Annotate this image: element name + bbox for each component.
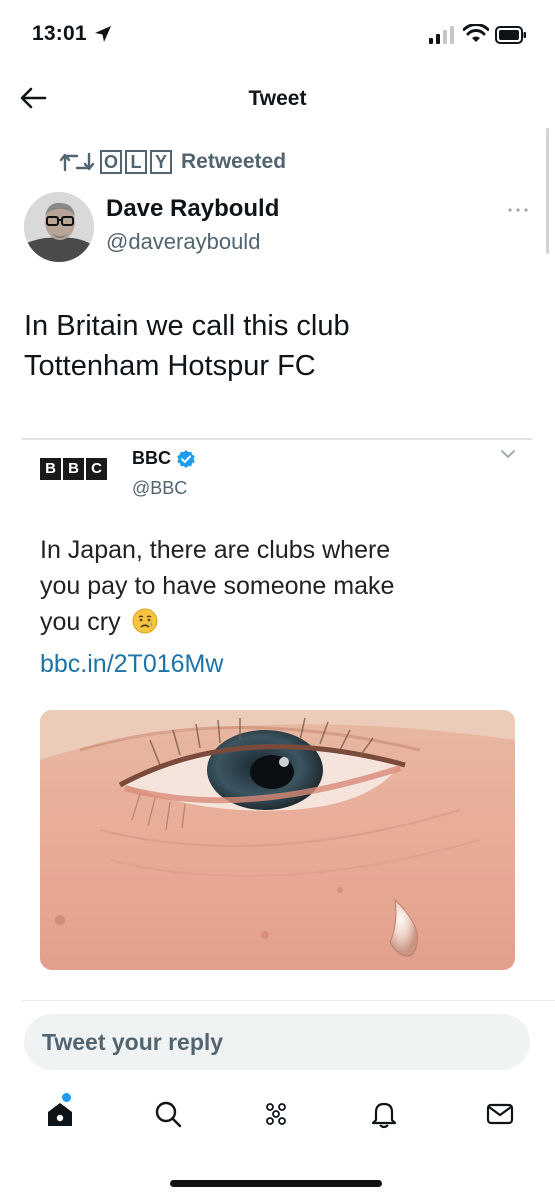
tweet-text-line: Tottenham Hotspur FC (24, 350, 316, 382)
divider (22, 1000, 555, 1001)
retweet-icon (60, 152, 94, 172)
tweet-text: In Britain we call this club Tottenham H… (24, 306, 524, 386)
status-time: 13:01 (32, 22, 87, 45)
home-icon[interactable] (44, 1098, 76, 1130)
author-name[interactable]: Dave Raybould (106, 195, 279, 223)
chevron-down-icon (501, 450, 515, 459)
status-bar: 13:01 (0, 0, 555, 70)
embedded-text-line: In Japan, there are clubs where (40, 536, 391, 564)
avatar-image (24, 192, 94, 262)
bbc-logo-letter: B (63, 458, 84, 480)
retweeted-label: Retweeted (181, 150, 287, 173)
spaces-icon[interactable] (260, 1098, 292, 1130)
location-arrow-icon (95, 26, 111, 42)
embedded-author-handle: @BBC (132, 478, 188, 498)
verified-badge-icon (177, 449, 195, 468)
search-icon[interactable] (152, 1098, 184, 1130)
avatar[interactable] (24, 192, 94, 262)
crying-face-icon (132, 608, 158, 634)
embedded-link[interactable]: bbc.in/2T016Mw (40, 650, 223, 679)
home-indicator[interactable] (170, 1180, 382, 1187)
embedded-tweet-text: In Japan, there are clubs where you pay … (40, 532, 510, 640)
embedded-divider (22, 438, 532, 440)
tab-bar (0, 1088, 555, 1148)
battery-icon (495, 26, 526, 44)
notifications-icon[interactable] (368, 1098, 400, 1130)
retweeter-logo-letter: Y (150, 150, 172, 174)
scrollbar[interactable] (546, 128, 549, 254)
embedded-author-name-text: BBC (132, 448, 171, 468)
bbc-logo-letter: B (40, 458, 61, 480)
more-horizontal-icon[interactable] (505, 200, 531, 220)
embedded-text-line: you pay to have someone make (40, 572, 395, 600)
page-title: Tweet (248, 87, 307, 110)
retweeter-logo: O L Y (100, 150, 175, 174)
messages-icon[interactable] (484, 1098, 516, 1130)
cellular-signal-icon (429, 26, 454, 44)
retweet-context[interactable]: O L Y Retweeted (60, 148, 286, 176)
unread-indicator-dot (62, 1093, 71, 1102)
tweet-photo[interactable] (40, 710, 515, 970)
embedded-text-line-with-emoji: you cry (40, 604, 510, 640)
bbc-logo-letter: C (86, 458, 107, 480)
wifi-icon (463, 24, 489, 42)
retweeter-logo-letter: O (100, 150, 122, 174)
embedded-text-line: you cry (40, 608, 121, 636)
eye-tear-photo (40, 710, 515, 970)
author-handle[interactable]: @daveraybould (106, 229, 260, 255)
tweet-text-line: In Britain we call this club (24, 310, 350, 342)
retweeter-logo-letter: L (125, 150, 147, 174)
reply-placeholder: Tweet your reply (42, 1029, 224, 1055)
embedded-author-name: BBC (132, 448, 196, 469)
reply-input[interactable]: Tweet your reply (24, 1014, 530, 1070)
bbc-logo: B B C (40, 458, 109, 480)
